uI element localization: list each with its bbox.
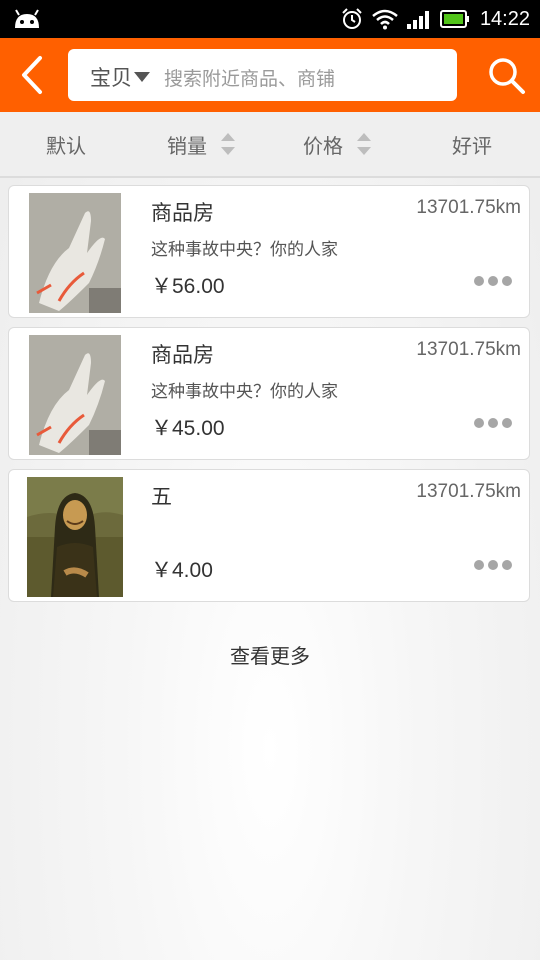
status-bar: 14:22 <box>0 0 540 38</box>
sort-tab-rating[interactable]: 好评 <box>452 112 492 176</box>
search-button[interactable] <box>486 55 526 95</box>
sort-tab-price[interactable]: 价格 <box>303 112 371 176</box>
more-button[interactable] <box>473 558 513 572</box>
item-price: ￥4.00 <box>151 559 213 582</box>
item-price: ￥56.00 <box>151 275 225 298</box>
sort-tab-label: 销量 <box>167 133 207 158</box>
caret-down-icon <box>134 72 150 82</box>
item-price: ￥45.00 <box>151 417 225 440</box>
search-input[interactable]: 搜索附近商品、商铺 <box>164 64 335 91</box>
product-thumbnail <box>29 193 121 313</box>
android-icon <box>15 9 39 28</box>
list-item[interactable]: 商品房 13701.75km 这种事故中央？你的人家 ￥45.00 <box>8 327 530 460</box>
search-scope-label: 宝贝 <box>90 66 132 90</box>
item-distance: 13701.75km <box>416 481 521 502</box>
product-thumbnail <box>27 477 123 597</box>
sort-arrows-icon <box>357 133 371 155</box>
load-more-button[interactable]: 查看更多 <box>0 640 540 669</box>
app-header: 宝贝 搜索附近商品、商铺 <box>0 38 540 112</box>
sort-tab-label: 默认 <box>46 133 86 158</box>
sort-arrows-icon <box>221 133 235 155</box>
alarm-icon <box>342 8 362 29</box>
signal-icon <box>406 11 429 29</box>
more-dots-icon <box>474 276 512 286</box>
item-description: 这种事故中央？你的人家 <box>151 382 338 402</box>
item-title: 五 <box>151 485 172 509</box>
search-icon <box>489 58 525 94</box>
item-title: 商品房 <box>151 343 214 367</box>
sort-tab-default[interactable]: 默认 <box>46 112 86 176</box>
item-description: 这种事故中央？你的人家 <box>151 240 338 260</box>
wifi-icon <box>372 9 398 30</box>
more-button[interactable] <box>473 416 513 430</box>
search-scope-dropdown[interactable]: 宝贝 <box>90 62 150 92</box>
more-dots-icon <box>474 418 512 428</box>
sort-tab-label: 价格 <box>303 133 343 158</box>
item-distance: 13701.75km <box>416 339 521 360</box>
list-item[interactable]: 五 13701.75km ￥4.00 <box>8 469 530 602</box>
item-distance: 13701.75km <box>416 197 521 218</box>
chevron-left-icon <box>22 56 42 94</box>
list-item[interactable]: 商品房 13701.75km 这种事故中央？你的人家 ￥56.00 <box>8 185 530 318</box>
sort-tab-sales[interactable]: 销量 <box>167 112 235 176</box>
clock: 14:22 <box>479 7 530 30</box>
more-button[interactable] <box>473 274 513 288</box>
back-button[interactable] <box>12 52 52 98</box>
item-title: 商品房 <box>151 201 214 225</box>
product-thumbnail <box>29 335 121 455</box>
battery-icon <box>439 10 469 28</box>
more-dots-icon <box>474 560 512 570</box>
search-box[interactable]: 宝贝 搜索附近商品、商铺 <box>68 49 457 101</box>
sort-bar: 默认 销量 价格 好评 <box>0 112 540 178</box>
sort-tab-label: 好评 <box>452 133 492 158</box>
